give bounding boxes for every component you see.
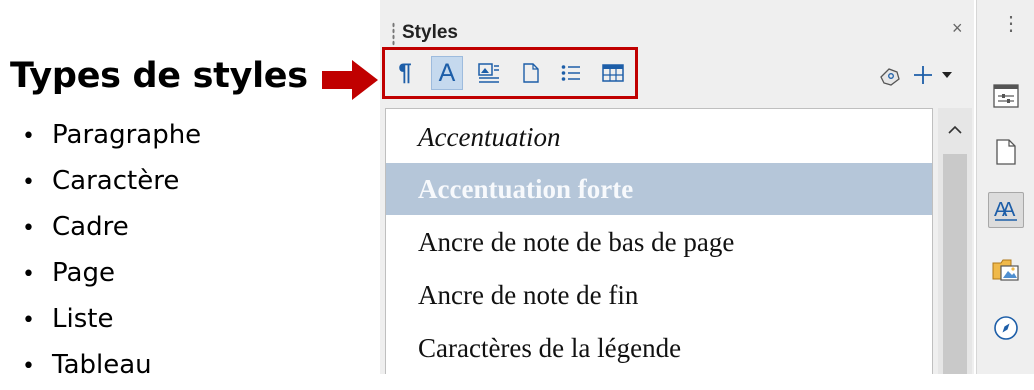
list-item: • Paragraphe bbox=[22, 120, 202, 150]
style-types-list: • Paragraphe • Caractère • Cadre • Page • Lis… bbox=[22, 112, 201, 388]
scrollbar-thumb[interactable] bbox=[943, 154, 967, 374]
panel-header: Styles × bbox=[380, 10, 974, 46]
svg-text:A: A bbox=[1002, 199, 1016, 221]
styles-icon: A A bbox=[994, 199, 1017, 221]
list-item: • Page bbox=[22, 258, 115, 288]
list-item[interactable]: Accentuation bbox=[386, 111, 932, 163]
fill-format-mode-icon[interactable] bbox=[878, 66, 902, 86]
list-item[interactable]: Ancre de note de fin bbox=[386, 269, 932, 321]
vertical-scrollbar[interactable] bbox=[938, 108, 972, 374]
panel-title: Styles bbox=[402, 22, 458, 43]
list-item: • Caractère bbox=[22, 166, 180, 196]
drag-handle-icon[interactable] bbox=[392, 22, 395, 46]
table-styles-button[interactable] bbox=[597, 56, 629, 90]
list-item-selected[interactable]: Accentuation forte bbox=[386, 163, 932, 215]
list-item: • Tableau bbox=[22, 350, 152, 380]
character-styles-icon: A bbox=[438, 58, 456, 87]
character-styles-button[interactable]: A bbox=[431, 56, 463, 90]
properties-icon bbox=[993, 84, 1019, 108]
list-styles-button[interactable] bbox=[555, 56, 587, 90]
paragraph-styles-button[interactable]: ¶ bbox=[389, 56, 421, 90]
arrow-icon bbox=[322, 60, 378, 100]
scroll-up-button[interactable] bbox=[938, 108, 972, 150]
list-item[interactable]: Ancre de note de bas de page bbox=[386, 216, 932, 268]
styles-list: Accentuation Accentuation forte Ancre de… bbox=[385, 108, 933, 374]
page-styles-button[interactable] bbox=[515, 56, 547, 90]
sidebar-styles-button[interactable]: A A bbox=[988, 192, 1024, 228]
close-icon[interactable]: × bbox=[952, 18, 963, 39]
list-item: • Liste bbox=[22, 304, 114, 334]
paragraph-styles-icon: ¶ bbox=[398, 59, 412, 86]
page-icon bbox=[996, 139, 1016, 165]
frame-styles-button[interactable] bbox=[473, 56, 505, 90]
frame-styles-icon bbox=[478, 63, 499, 83]
deck-sidebar: ⋮ A A bbox=[977, 0, 1034, 374]
style-type-toolbar: ¶ A bbox=[382, 47, 638, 99]
list-styles-icon bbox=[561, 65, 580, 81]
list-item: • Cadre bbox=[22, 212, 129, 242]
style-actions bbox=[870, 60, 970, 92]
gallery-icon bbox=[992, 259, 1019, 281]
sidebar-menu-icon[interactable]: ⋮ bbox=[1001, 14, 1021, 34]
new-style-icon[interactable] bbox=[912, 64, 934, 86]
page-styles-icon bbox=[523, 63, 539, 83]
list-item[interactable]: Caractères de la légende bbox=[386, 322, 932, 374]
chevron-up-icon bbox=[948, 125, 962, 134]
sidebar-navigator-button[interactable] bbox=[988, 310, 1024, 346]
chevron-down-icon[interactable] bbox=[941, 71, 953, 79]
sidebar-page-button[interactable] bbox=[988, 134, 1024, 170]
navigator-icon bbox=[994, 316, 1018, 340]
annotation-title: Types de styles bbox=[10, 56, 308, 96]
styles-panel: Styles × ¶ A Accentuation Accentuation f… bbox=[380, 0, 974, 374]
sidebar-properties-button[interactable] bbox=[988, 78, 1024, 114]
sidebar-gallery-button[interactable] bbox=[988, 252, 1024, 288]
table-styles-icon bbox=[602, 64, 624, 82]
